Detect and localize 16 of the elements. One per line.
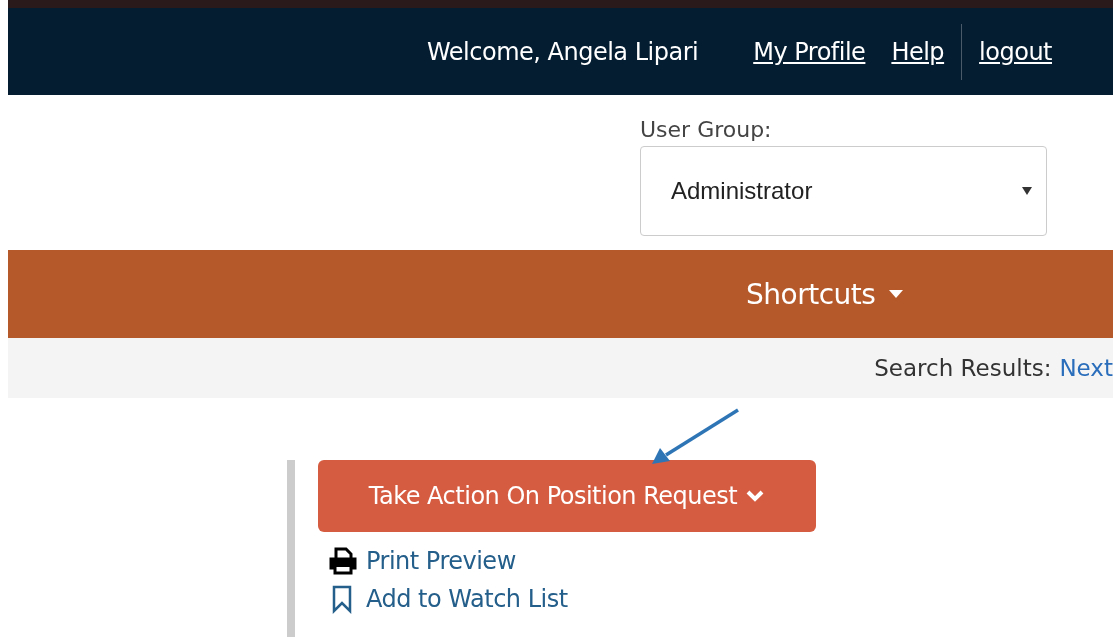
caret-icon — [1022, 187, 1032, 195]
action-link[interactable]: Add to Watch List — [366, 585, 568, 613]
welcome-text: Welcome, Angela Lipari — [427, 37, 699, 66]
next-link[interactable]: Next — [1059, 355, 1113, 381]
field-label: User Group: — [640, 117, 773, 142]
take-action-button[interactable]: Take Action On Position Request — [318, 460, 816, 532]
printer-icon — [328, 546, 358, 576]
shortcuts-menu[interactable]: Shortcuts — [746, 277, 904, 311]
caret-icon — [889, 290, 904, 298]
user-group-select[interactable]: Administrator — [640, 146, 1047, 236]
chevron-icon — [745, 489, 766, 503]
header-link[interactable]: My Profile — [753, 37, 866, 66]
header-link[interactable]: Help — [891, 37, 945, 66]
action-link[interactable]: Print Preview — [366, 547, 516, 575]
header-link[interactable]: logout — [979, 37, 1052, 66]
search-results-label: Search Results: — [874, 355, 1052, 381]
